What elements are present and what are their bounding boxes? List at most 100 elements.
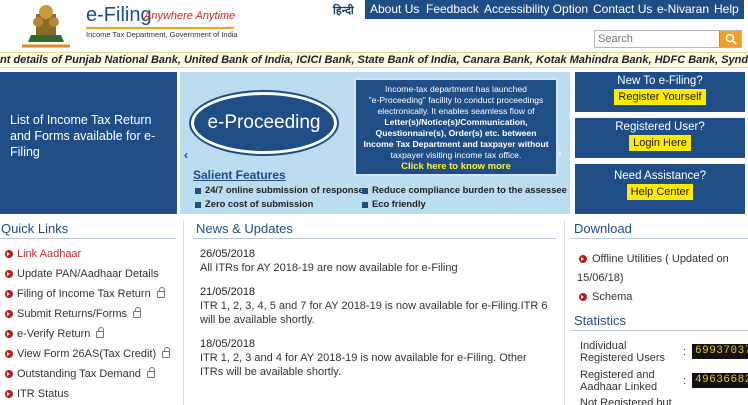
arrow-bullet-icon <box>5 330 13 338</box>
feature-label: Zero cost of submission <box>205 198 314 209</box>
quick-link-e-verify[interactable]: e-Verify Return <box>0 324 180 344</box>
slider-prev-icon[interactable]: ‹ <box>184 148 188 162</box>
bullet-square-icon <box>195 187 201 194</box>
quick-link-link-aadhaar[interactable]: Link Aadhaar <box>0 244 180 264</box>
download-schema[interactable]: Schema <box>577 287 745 307</box>
quick-link-label: Outstanding Tax Demand <box>17 368 141 380</box>
stat-label: Registered and Aadhaar Linked <box>580 369 658 393</box>
quick-link-label: Submit Returns/Forms <box>17 308 128 320</box>
quick-link-filing-itr[interactable]: Filing of Income Tax Return <box>0 284 180 304</box>
nav-help[interactable]: Help <box>709 0 744 19</box>
lock-icon <box>96 327 105 338</box>
arrow-bullet-icon <box>5 350 13 358</box>
stat-counter: 49636682 <box>692 373 748 388</box>
download-label: Offline Utilities ( Updated on <box>592 253 729 265</box>
search-button[interactable] <box>719 31 741 47</box>
quick-links-title: Quick Links <box>1 221 69 236</box>
quick-link-label: e-Verify Return <box>17 328 91 340</box>
bullet-square-icon <box>362 201 368 208</box>
itr-forms-banner[interactable]: List of Income Tax Return and Forms avai… <box>0 72 177 214</box>
quick-link-outstanding-demand[interactable]: Outstanding Tax Demand <box>0 364 180 384</box>
site-subtitle: Income Tax Department, Government of Ind… <box>86 30 238 39</box>
news-text[interactable]: All ITRs for AY 2018-19 are now availabl… <box>200 261 552 275</box>
feature-label: Reduce compliance burden to the assessee <box>372 184 567 195</box>
quick-links-list: Link Aadhaar Update PAN/Aadhaar Details … <box>0 244 180 404</box>
login-here-button[interactable]: Login Here <box>629 135 691 151</box>
news-title: News & Updates <box>196 221 293 236</box>
divider <box>571 330 748 331</box>
lock-icon <box>156 287 165 298</box>
quick-link-label: ITR Status <box>17 388 69 400</box>
know-more-link[interactable]: Click here to know more <box>361 161 551 172</box>
e-proceeding-badge-label: e-Proceeding <box>207 112 321 133</box>
government-emblem-logo[interactable] <box>14 2 78 48</box>
news-date: 21/05/2018 <box>200 286 256 298</box>
nav-contact-us[interactable]: Contact Us <box>588 0 658 19</box>
arrow-bullet-icon <box>5 270 13 278</box>
e-proceeding-badge: e-Proceeding <box>191 92 337 154</box>
arrow-bullet-icon <box>5 370 13 378</box>
search-box <box>594 30 742 48</box>
help-center-button[interactable]: Help Center <box>626 184 694 200</box>
download-list: Offline Utilities ( Updated on 15/06/18)… <box>577 249 745 307</box>
divider <box>571 238 748 239</box>
feature-item: 24/7 online submission of response <box>195 184 364 195</box>
assistance-box: Need Assistance? Help Center <box>575 164 745 214</box>
bullet-square-icon <box>195 201 201 208</box>
site-title[interactable]: e-Filing <box>86 4 152 27</box>
itr-forms-banner-text: List of Income Tax Return and Forms avai… <box>10 113 156 159</box>
ticker-text[interactable]: nt details of Punjab National Bank, Unit… <box>0 54 748 66</box>
quick-link-form-26as[interactable]: View Form 26AS(Tax Credit) <box>0 344 180 364</box>
feature-item: Reduce compliance burden to the assessee <box>362 184 567 195</box>
news-list: 26/05/2018 All ITRs for AY 2018-19 are n… <box>200 248 552 390</box>
search-input[interactable] <box>595 31 717 47</box>
nav-accessibility-options[interactable]: Accessibility Options <box>479 0 600 19</box>
stat-colon: : <box>683 375 687 387</box>
slider-next-icon[interactable]: › <box>558 148 562 160</box>
bullet-square-icon <box>362 187 368 194</box>
e-proceeding-info-box: Income-tax department has launched "e-Pr… <box>354 78 558 176</box>
quick-link-update-pan-aadhaar[interactable]: Update PAN/Aadhaar Details <box>0 264 180 284</box>
register-yourself-button[interactable]: Register Yourself <box>614 89 706 105</box>
download-offline-utilities[interactable]: Offline Utilities ( Updated on <box>577 249 745 269</box>
arrow-bullet-icon <box>5 390 13 398</box>
news-text[interactable]: ITR 1, 2, 3 and 4 for AY 2018-19 is now … <box>200 351 552 379</box>
site-tagline: Anywhere Anytime <box>144 10 236 22</box>
divider <box>0 238 176 239</box>
stat-colon: : <box>683 346 687 358</box>
stat-label: Individual Registered Users <box>580 340 665 364</box>
nav-feedback[interactable]: Feedback <box>421 0 484 19</box>
column-divider <box>564 220 565 405</box>
logo-divider <box>86 27 234 29</box>
news-ticker: nt details of Punjab National Bank, Unit… <box>0 52 748 68</box>
info-line-1: Income-tax department has launched <box>385 84 527 94</box>
new-user-title: New To e-Filing? <box>617 75 703 87</box>
quick-link-label: Link Aadhaar <box>17 248 82 260</box>
info-line-2: "e-Proceeding" facility to conduct proce… <box>368 95 544 116</box>
arrow-bullet-icon <box>579 255 587 263</box>
column-divider <box>183 220 184 405</box>
registered-user-title: Registered User? <box>615 121 705 133</box>
search-icon <box>725 33 737 45</box>
feature-label: 24/7 online submission of response <box>205 184 364 195</box>
news-date: 18/05/2018 <box>200 338 256 350</box>
lock-icon <box>146 367 155 378</box>
arrow-bullet-icon <box>5 250 13 258</box>
quick-link-label: Update PAN/Aadhaar Details <box>17 268 159 280</box>
hindi-language-link[interactable]: हिन्दी <box>333 3 354 18</box>
quick-link-itr-status[interactable]: ITR Status <box>0 384 180 404</box>
new-user-box: New To e-Filing? Register Yourself <box>575 72 745 112</box>
stat-counter: 69937037 <box>692 344 748 359</box>
nav-about-us[interactable]: About Us <box>365 0 425 19</box>
lock-icon <box>133 307 142 318</box>
registered-user-box: Registered User? Login Here <box>575 118 745 158</box>
quick-link-submit-returns[interactable]: Submit Returns/Forms <box>0 304 180 324</box>
feature-item: Eco friendly <box>362 198 426 209</box>
e-proceeding-slider[interactable]: e-Proceeding Income-tax department has l… <box>180 72 570 214</box>
news-text[interactable]: ITR 1, 2, 3, 4, 5 and 7 for AY 2018-19 i… <box>200 299 552 327</box>
nav-e-nivaran[interactable]: e-Nivaran <box>652 0 715 19</box>
stat-label: Not Registered but <box>580 397 672 405</box>
salient-features-title: Salient Features <box>193 168 286 182</box>
arrow-bullet-icon <box>5 310 13 318</box>
feature-item: Zero cost of submission <box>195 198 313 209</box>
